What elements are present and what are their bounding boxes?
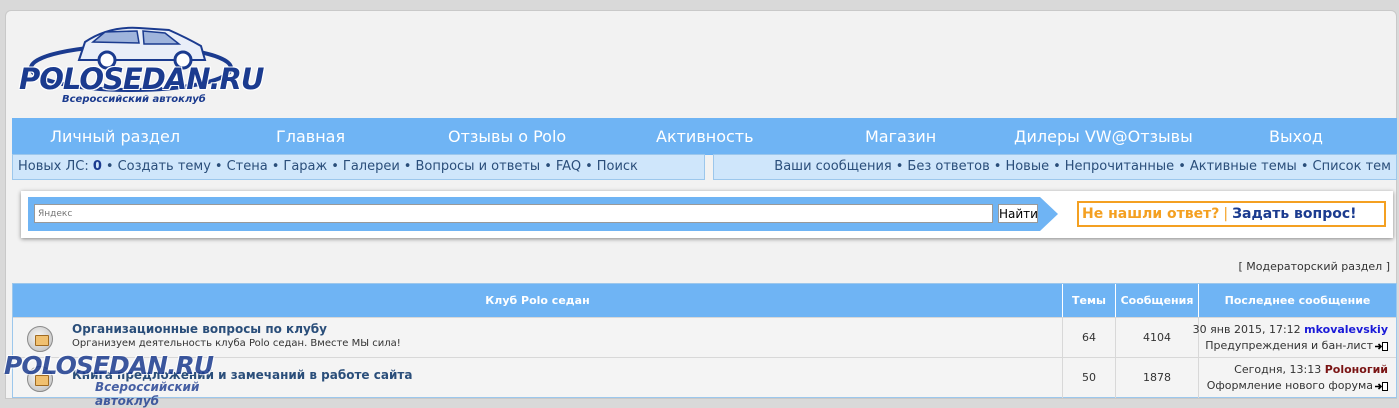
posts-count: 1878 [1115,358,1198,398]
separator-dot: • [544,159,552,174]
separator-dot: • [214,159,223,174]
nav-activity[interactable]: Активность [656,118,754,155]
subnav-unread[interactable]: Непрочитанные [1065,159,1174,174]
table-header: Клуб Polo седан Темы Сообщения Последнее… [13,284,1396,317]
separator-dot: • [1300,159,1309,174]
last-post-cell: Сегодня, 13:13 Polоногий Оформление ново… [1198,358,1396,398]
ask-question-link[interactable]: Задать вопрос! [1232,206,1356,222]
topics-count: 50 [1062,358,1115,398]
forum-title-link[interactable]: Организационные вопросы по клубу [72,322,327,336]
forum-cell: Книга предложений и замечаний в работе с… [13,358,1062,398]
moderator-section-link-wrapper: [ Модераторский раздел ] [1239,260,1391,273]
search-arrow-decoration [1040,197,1058,231]
table-row: Организационные вопросы по клубу Организ… [13,317,1396,358]
moderator-section-link[interactable]: Модераторский раздел [1246,260,1382,273]
forum-title-link[interactable]: Книга предложений и замечаний в работе с… [72,368,412,382]
separator-dot: • [993,159,1002,174]
nav-logout[interactable]: Выход [1269,118,1323,155]
new-pm-label: Новых ЛС: [18,159,89,174]
subnav-garage[interactable]: Гараж [283,159,327,174]
posts-count: 4104 [1115,318,1198,358]
subnav-create-topic[interactable]: Создать тему [118,159,211,174]
bracket-open: [ [1238,260,1243,273]
main-navigation: Личный раздел Главная Отзывы о Polo Акти… [12,118,1397,155]
logo-title: POLOSEDAN.RU [19,62,264,96]
forum-folder-icon [27,366,53,392]
forum-table: Клуб Polo седан Темы Сообщения Последнее… [12,283,1397,398]
header-forum: Клуб Polo седан [485,294,590,307]
ask-question-box: Не нашли ответ? | Задать вопрос! [1077,201,1386,227]
separator-dot: • [271,159,280,174]
header-posts: Сообщения [1115,284,1198,317]
subnav-right: Ваши сообщения • Без ответов • Новые • Непрочи… [713,154,1397,180]
subnav-faq[interactable]: FAQ [556,159,581,174]
separator-dot: • [403,159,412,174]
subnav-active-topics[interactable]: Активные темы [1190,159,1297,174]
new-pm-link[interactable]: Новых ЛС: 0 [18,159,102,174]
page-container: POLOSEDAN.RU Всероссийский автоклуб Личн… [5,10,1397,399]
separator-dot: • [1178,159,1186,174]
subnav-your-posts[interactable]: Ваши сообщения [774,159,891,174]
separator-dot: • [585,159,593,174]
last-post-cell: 30 янв 2015, 17:12 mkovalevskiy Предупре… [1193,318,1396,358]
subnav-galleries[interactable]: Галереи [343,159,400,174]
subnav-unanswered[interactable]: Без ответов [907,159,989,174]
subnav-search[interactable]: Поиск [597,159,638,174]
new-pm-count: 0 [92,159,102,174]
goto-last-post-icon[interactable] [1375,381,1388,391]
subnav-topic-list[interactable]: Список тем [1313,159,1392,174]
nav-home[interactable]: Главная [276,118,345,155]
ask-question-text: Не нашли ответ? [1082,206,1220,222]
yandex-search-input[interactable] [34,204,993,223]
header-topics: Темы [1062,284,1115,317]
forum-folder-icon [27,326,53,352]
logo-subtitle: Всероссийский автоклуб [62,94,206,105]
last-post-topic-link[interactable]: Оформление нового форума [1207,379,1373,392]
goto-last-post-icon[interactable] [1375,341,1388,351]
last-post-date: 30 янв 2015, 17:12 [1192,323,1301,336]
subnav-new[interactable]: Новые [1005,159,1049,174]
table-row: Книга предложений и замечаний в работе с… [13,357,1396,398]
last-post-user-link[interactable]: Polоногий [1325,363,1388,376]
subnav-qa[interactable]: Вопросы и ответы [415,159,540,174]
last-post-date: Сегодня, 13:13 [1234,363,1322,376]
nav-dealers-reviews[interactable]: Дилеры VW@Отзывы [1014,118,1193,155]
ask-separator: | [1223,206,1229,222]
separator-dot: • [331,159,339,174]
subnav-wall[interactable]: Стена [227,159,268,174]
search-button[interactable]: Найти [998,204,1038,223]
nav-personal-section[interactable]: Личный раздел [50,118,180,155]
site-logo[interactable]: POLOSEDAN.RU Всероссийский автоклуб [19,16,264,108]
last-post-topic-link[interactable]: Предупреждения и бан-лист [1205,339,1373,352]
nav-polo-reviews[interactable]: Отзывы о Polo [448,118,566,155]
separator-dot: • [105,159,114,174]
header-last-post: Последнее сообщение [1198,284,1396,317]
forum-cell: Организационные вопросы по клубу Организ… [13,318,1062,358]
bracket-close: ] [1385,260,1390,273]
search-panel: Найти Не нашли ответ?|Задать вопрос! [21,191,1393,238]
last-post-user-link[interactable]: mkovalevskiy [1304,323,1388,336]
separator-dot: • [895,159,904,174]
separator-dot: • [1053,159,1061,174]
subnav-left: Новых ЛС: 0 • Создать тему • Стена • Гараж • Гал… [12,154,705,180]
forum-description: Организуем деятельность клуба Polo седан… [72,338,401,349]
nav-shop[interactable]: Магазин [865,118,936,155]
topics-count: 64 [1062,318,1115,358]
